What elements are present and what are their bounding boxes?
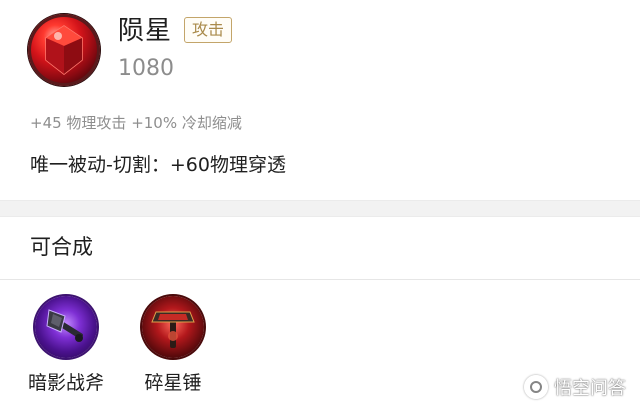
craft-item-label: 暗影战斧	[27, 372, 104, 394]
craft-item-label: 碎星锤	[144, 372, 202, 394]
item-name: 陨星	[118, 16, 173, 46]
shadow-axe-icon	[35, 296, 97, 358]
wukong-logo-icon	[524, 375, 548, 399]
red-gem-icon	[28, 14, 100, 86]
item-price: 1080	[118, 56, 174, 81]
craft-section-title: 可合成	[30, 235, 93, 259]
section-divider	[0, 279, 640, 280]
item-card: 陨星 攻击 1080 +45 物理攻击 +10% 冷却缩减 唯一被动-切割：+6…	[0, 0, 640, 200]
watermark-text: 悟空问答	[554, 378, 626, 399]
craft-item-star-hammer[interactable]: 碎星锤	[123, 296, 223, 396]
star-hammer-icon	[142, 296, 204, 358]
craft-item-shadow-axe[interactable]: 暗影战斧	[16, 296, 116, 396]
item-category-badge: 攻击	[184, 17, 233, 43]
item-passive: 唯一被动-切割：+60物理穿透	[30, 154, 286, 176]
section-separator	[0, 200, 640, 217]
item-stats: +45 物理攻击 +10% 冷却缩减	[30, 114, 242, 132]
watermark: 悟空问答	[524, 374, 626, 400]
